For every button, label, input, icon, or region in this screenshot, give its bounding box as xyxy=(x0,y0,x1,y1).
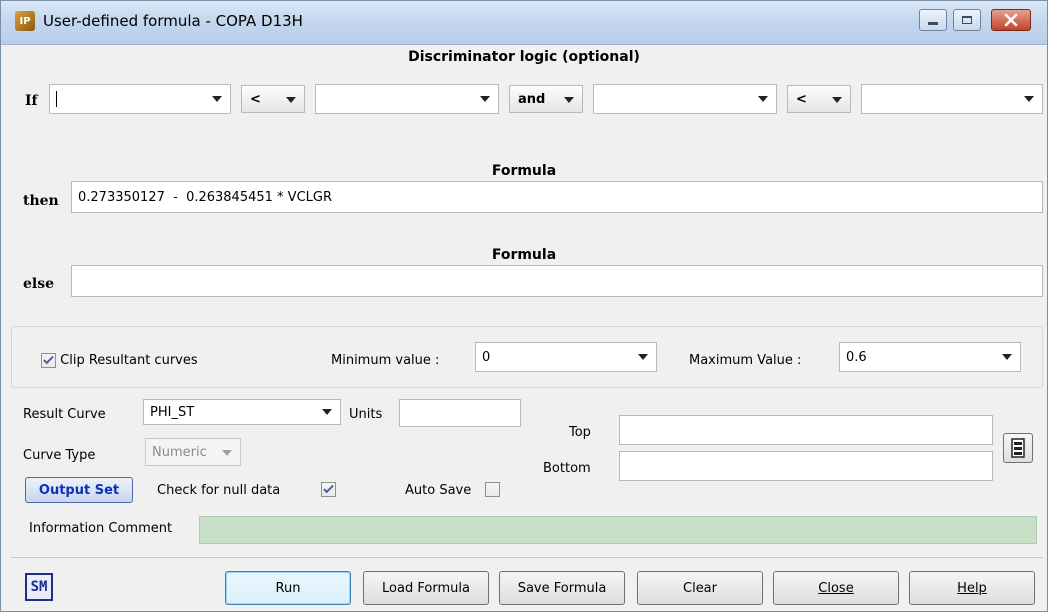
information-comment-field xyxy=(199,516,1037,544)
operator-1-value: < xyxy=(250,91,261,107)
help-button[interactable]: Help xyxy=(909,571,1035,605)
chevron-down-icon xyxy=(758,96,768,102)
null-check-checkbox[interactable] xyxy=(321,482,336,497)
app-icon: IP xyxy=(15,11,35,31)
clear-button[interactable]: Clear xyxy=(637,571,763,605)
title-bar[interactable]: IP User-defined formula - COPA D13H xyxy=(1,1,1047,45)
minimum-value-combo[interactable]: 0 xyxy=(475,342,657,372)
maximum-value-label: Maximum Value : xyxy=(689,353,802,368)
close-icon xyxy=(1004,13,1018,27)
chevron-down-icon xyxy=(638,354,648,360)
clip-checkbox-label: Clip Resultant curves xyxy=(60,353,198,368)
then-label: then xyxy=(23,193,59,209)
curve-type-value: Numeric xyxy=(152,444,207,460)
chevron-down-icon xyxy=(1024,96,1034,102)
close-window-button[interactable] xyxy=(991,9,1031,31)
formula-dialog: IP User-defined formula - COPA D13H Disc… xyxy=(0,0,1048,612)
auto-save-label: Auto Save xyxy=(405,483,472,498)
top-input[interactable] xyxy=(619,415,993,445)
result-curve-value: PHI_ST xyxy=(150,404,195,420)
chevron-down-icon xyxy=(286,97,296,103)
bottom-input[interactable] xyxy=(619,451,993,481)
if-field-2-combo[interactable] xyxy=(315,84,499,114)
result-curve-combo[interactable]: PHI_ST xyxy=(143,399,341,425)
auto-save-checkbox[interactable] xyxy=(485,482,500,497)
clip-checkbox[interactable] xyxy=(41,353,56,368)
if-field-3-combo[interactable] xyxy=(593,84,777,114)
curve-type-label: Curve Type xyxy=(23,448,96,463)
app-icon-text: IP xyxy=(19,15,31,27)
maximize-icon xyxy=(962,16,972,24)
chevron-down-icon xyxy=(480,96,490,102)
units-input[interactable] xyxy=(399,399,521,427)
else-label: else xyxy=(23,276,55,292)
else-formula-header: Formula xyxy=(491,247,557,263)
chevron-down-icon xyxy=(1002,354,1012,360)
sm-badge[interactable]: SM xyxy=(25,573,53,601)
curve-type-combo[interactable]: Numeric xyxy=(145,438,241,466)
chevron-down-icon xyxy=(222,450,232,456)
clip-checkbox-row[interactable]: Clip Resultant curves xyxy=(41,353,198,368)
minimum-value: 0 xyxy=(482,349,491,365)
checkmark-icon xyxy=(43,353,54,365)
chevron-down-icon xyxy=(564,97,574,103)
information-comment-label: Information Comment xyxy=(29,521,173,536)
minimum-value-label: Minimum value : xyxy=(331,353,440,368)
chevron-down-icon xyxy=(212,96,222,102)
minimize-icon xyxy=(928,21,938,25)
then-formula-input[interactable]: 0.273350127 - 0.263845451 * VCLGR xyxy=(71,181,1043,213)
else-formula-input[interactable] xyxy=(71,265,1043,297)
discriminator-header: Discriminator logic (optional) xyxy=(408,49,640,65)
close-button[interactable]: Close xyxy=(773,571,899,605)
then-formula-value: 0.273350127 - 0.263845451 * VCLGR xyxy=(78,189,332,205)
window-title: User-defined formula - COPA D13H xyxy=(43,12,303,30)
run-button[interactable]: Run xyxy=(225,571,351,605)
chevron-down-icon xyxy=(832,97,842,103)
operator-2-combo[interactable]: < xyxy=(787,85,851,113)
minimize-button[interactable] xyxy=(919,9,947,31)
operator-2-value: < xyxy=(796,91,807,107)
chevron-down-icon xyxy=(322,409,332,415)
load-formula-button[interactable]: Load Formula xyxy=(363,571,489,605)
text-cursor xyxy=(56,91,57,107)
operator-1-combo[interactable]: < xyxy=(241,85,305,113)
result-curve-label: Result Curve xyxy=(23,407,106,422)
units-label: Units xyxy=(349,407,383,422)
bottom-label: Bottom xyxy=(543,461,591,476)
checkmark-icon xyxy=(323,482,334,494)
output-set-button[interactable]: Output Set xyxy=(25,477,133,503)
top-label: Top xyxy=(569,425,591,440)
traffic-light-icon xyxy=(1011,438,1025,458)
depth-picker-button[interactable] xyxy=(1003,433,1033,463)
conjunction-value: and xyxy=(518,91,546,107)
maximum-value-combo[interactable]: 0.6 xyxy=(839,342,1021,372)
maximize-button[interactable] xyxy=(953,9,981,31)
null-check-label: Check for null data xyxy=(157,483,281,498)
conjunction-combo[interactable]: and xyxy=(509,85,583,113)
save-formula-button[interactable]: Save Formula xyxy=(499,571,625,605)
maximum-value: 0.6 xyxy=(846,349,867,365)
then-formula-header: Formula xyxy=(491,163,557,179)
if-label: If xyxy=(25,93,38,109)
if-field-4-combo[interactable] xyxy=(861,84,1043,114)
if-field-1-combo[interactable] xyxy=(49,84,231,114)
footer-divider xyxy=(11,557,1043,558)
